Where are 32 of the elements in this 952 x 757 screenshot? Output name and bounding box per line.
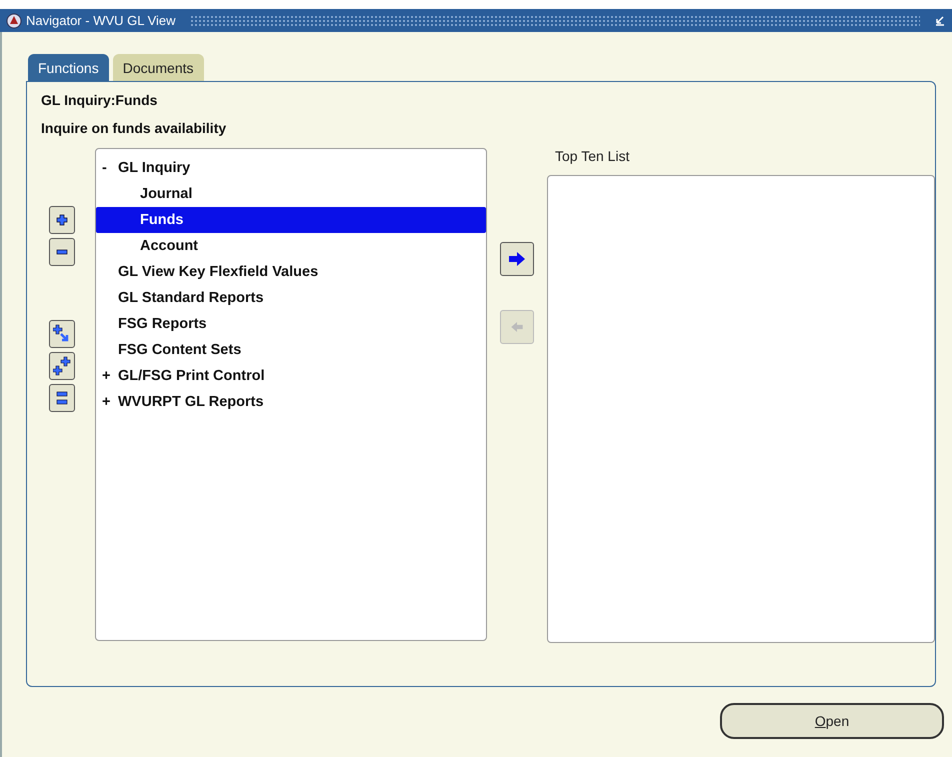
minus-icon [56, 249, 68, 255]
plus-icon [56, 214, 68, 226]
expand-all-button[interactable] [49, 352, 75, 380]
tree-item[interactable]: + WVURPT GL Reports [96, 389, 486, 415]
tree-item[interactable]: Journal [96, 181, 486, 207]
tab[interactable]: Functions [28, 54, 109, 81]
tree-item[interactable]: - GL Inquiry [96, 155, 486, 181]
open-button[interactable]: Open [720, 703, 944, 739]
right-arrow-icon [509, 252, 525, 266]
tree-item[interactable]: Funds [96, 207, 486, 233]
collapse-button[interactable] [49, 238, 75, 266]
window-title: Navigator - WVU GL View [26, 13, 176, 28]
expand-button[interactable] [49, 206, 75, 234]
tree-item[interactable]: GL View Key Flexfield Values [96, 259, 486, 285]
tree-item[interactable]: FSG Reports [96, 311, 486, 337]
plus-arrow-icon [53, 324, 71, 344]
app-icon [6, 12, 22, 28]
double-minus-icon [56, 390, 68, 406]
collapse-all-button[interactable] [49, 384, 75, 412]
tab[interactable]: Documents [112, 54, 204, 81]
tree-item[interactable]: Account [96, 233, 486, 259]
top-ten-label: Top Ten List [554, 148, 630, 166]
expand-branch-button[interactable] [49, 320, 75, 348]
function-description: Inquire on funds availability [41, 120, 228, 136]
double-plus-icon [53, 356, 71, 376]
left-arrow-icon [511, 322, 523, 332]
tree-item[interactable]: GL Standard Reports [96, 285, 486, 311]
tree-item[interactable]: + GL/FSG Print Control [96, 363, 486, 389]
add-button[interactable] [500, 242, 534, 276]
function-heading: GL Inquiry:Funds [41, 92, 158, 108]
tree-item[interactable]: FSG Content Sets [96, 337, 486, 363]
minimize-icon[interactable] [934, 14, 946, 26]
